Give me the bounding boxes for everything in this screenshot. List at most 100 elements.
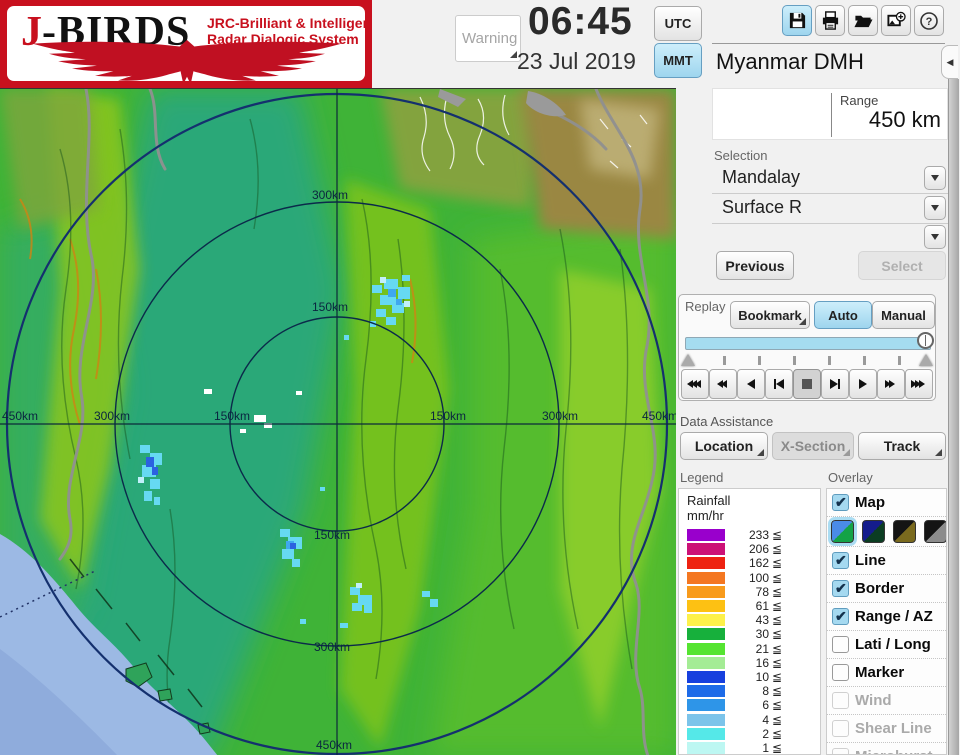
location-button[interactable]: Location: [680, 432, 768, 460]
replay-slider-thumb[interactable]: [917, 332, 934, 349]
border-checkbox[interactable]: [832, 580, 849, 597]
fastest-forward-button[interactable]: [905, 369, 933, 399]
play-button[interactable]: [849, 369, 877, 399]
open-folder-icon: [854, 15, 873, 28]
marker-checkbox[interactable]: [832, 664, 849, 681]
station-title: Myanmar DMH: [716, 49, 864, 74]
map-style-swatch-olive[interactable]: [893, 520, 916, 543]
selection-label: Selection: [714, 148, 768, 163]
ring-label: 300km: [314, 640, 350, 654]
bookmark-button[interactable]: Bookmark: [730, 301, 810, 329]
site-dropdown-button[interactable]: [924, 166, 946, 190]
map-style-swatch-gray[interactable]: [924, 520, 946, 543]
product-dropdown-button[interactable]: [924, 196, 946, 220]
step-forward-button[interactable]: [821, 369, 849, 399]
overlay-row-map[interactable]: Map: [827, 489, 946, 517]
save-button[interactable]: [782, 5, 812, 36]
x-section-button[interactable]: X-Section: [772, 432, 854, 460]
site-dropdown[interactable]: Mandalay: [712, 164, 948, 194]
print-button[interactable]: [815, 5, 845, 36]
map-style-row: [827, 517, 946, 547]
logo-banner: J-BIRDS JRC-Brilliant & Intelligent Rada…: [0, 0, 372, 88]
legend-row: 6 ≦: [679, 698, 820, 712]
panel-collapse-handle[interactable]: ◀: [941, 45, 958, 79]
replay-slider[interactable]: [685, 337, 931, 350]
overlay-box: Map Line Border Range / AZ Lati / Long M…: [826, 488, 947, 755]
open-folder-button[interactable]: [848, 5, 878, 36]
warning-button[interactable]: Warning: [455, 15, 521, 62]
replay-end-marker[interactable]: [919, 354, 933, 366]
ring-label: 300km: [542, 409, 578, 423]
legend-swatch: [687, 741, 725, 754]
radar-map[interactable]: 450km 300km 150km 150km 300km 450km 300k…: [0, 87, 678, 755]
replay-start-marker[interactable]: [681, 354, 695, 366]
legend-swatch: [687, 628, 725, 641]
help-button[interactable]: ?: [914, 5, 944, 36]
shear-line-checkbox: [832, 720, 849, 737]
site-dropdown-value: Mandalay: [722, 167, 801, 187]
map-style-swatch-dark[interactable]: [862, 520, 885, 543]
overlay-row-wind: Wind: [827, 687, 946, 715]
track-button[interactable]: Track: [858, 432, 946, 460]
line-checkbox[interactable]: [832, 552, 849, 569]
mmt-button[interactable]: MMT: [654, 43, 702, 78]
ring-label: 150km: [312, 300, 348, 314]
overlay-row-line[interactable]: Line: [827, 547, 946, 575]
fast-forward-button[interactable]: [877, 369, 905, 399]
level-dropdown-button[interactable]: [924, 225, 946, 249]
ring-label: 450km: [316, 738, 352, 752]
step-back-button[interactable]: [765, 369, 793, 399]
jbirds-logo: J-BIRDS JRC-Brilliant & Intelligent Rada…: [7, 6, 365, 81]
legend-swatch: [687, 571, 725, 584]
legend-row: 4 ≦: [679, 712, 820, 727]
select-button[interactable]: Select: [858, 251, 946, 280]
chevron-left-icon: ◀: [946, 56, 954, 67]
stop-button[interactable]: [793, 369, 821, 399]
range-az-checkbox[interactable]: [832, 608, 849, 625]
radar-map-image: 450km 300km 150km 150km 300km 450km 300k…: [0, 87, 678, 755]
legend-swatch: [687, 529, 725, 542]
product-dropdown-value: Surface R: [722, 197, 803, 217]
overlay-row-range-az[interactable]: Range / AZ: [827, 603, 946, 631]
range-divider: [831, 93, 832, 137]
auto-button[interactable]: Auto: [814, 301, 872, 329]
panel-scrollbar[interactable]: [948, 79, 959, 755]
legend-swatch: [687, 642, 725, 655]
lati-long-checkbox[interactable]: [832, 636, 849, 653]
legend-row: 100 ≦: [679, 571, 820, 585]
panel-separator: [712, 43, 945, 44]
ring-label: 450km: [2, 409, 38, 423]
capture-add-button[interactable]: [881, 5, 911, 36]
level-dropdown[interactable]: [712, 223, 948, 253]
legend-rows: 233 ≦ 206 ≦ 162 ≦ 100 ≦ 78 ≦ 61 ≦ 43 ≦ 30 ≦ 21 ≦ …: [679, 528, 820, 754]
legend-swatch: [687, 699, 725, 712]
legend-unit: Rainfall mm/hr: [687, 493, 731, 523]
overlay-row-border[interactable]: Border: [827, 575, 946, 603]
legend-row: 206 ≦: [679, 542, 820, 556]
chevron-down-icon: [931, 205, 939, 211]
overlay-row-shear-line: Shear Line: [827, 715, 946, 743]
microburst-checkbox: [832, 748, 849, 754]
map-style-swatch-terrain[interactable]: [828, 517, 857, 546]
replay-label: Replay: [685, 299, 726, 314]
legend-swatch: [687, 557, 725, 570]
product-dropdown[interactable]: Surface R: [712, 194, 948, 224]
legend-row: 162 ≦: [679, 556, 820, 570]
ring-label: 150km: [314, 528, 350, 542]
rewind-button[interactable]: [709, 369, 737, 399]
overlay-row-lati-long[interactable]: Lati / Long: [827, 631, 946, 659]
legend-swatch: [687, 614, 725, 627]
range-box: Range 450 km: [712, 88, 948, 140]
overlay-row-marker[interactable]: Marker: [827, 659, 946, 687]
reverse-play-button[interactable]: [737, 369, 765, 399]
fast-rewind-button[interactable]: [681, 369, 709, 399]
previous-button[interactable]: Previous: [716, 251, 794, 280]
legend-row: 21 ≦: [679, 642, 820, 656]
legend-swatch: [687, 600, 725, 613]
manual-button[interactable]: Manual: [872, 301, 935, 329]
replay-tick: [723, 356, 726, 365]
utc-button[interactable]: UTC: [654, 6, 702, 41]
map-checkbox[interactable]: [832, 494, 849, 511]
play-icon: [859, 379, 867, 389]
svg-text:?: ?: [926, 16, 933, 28]
